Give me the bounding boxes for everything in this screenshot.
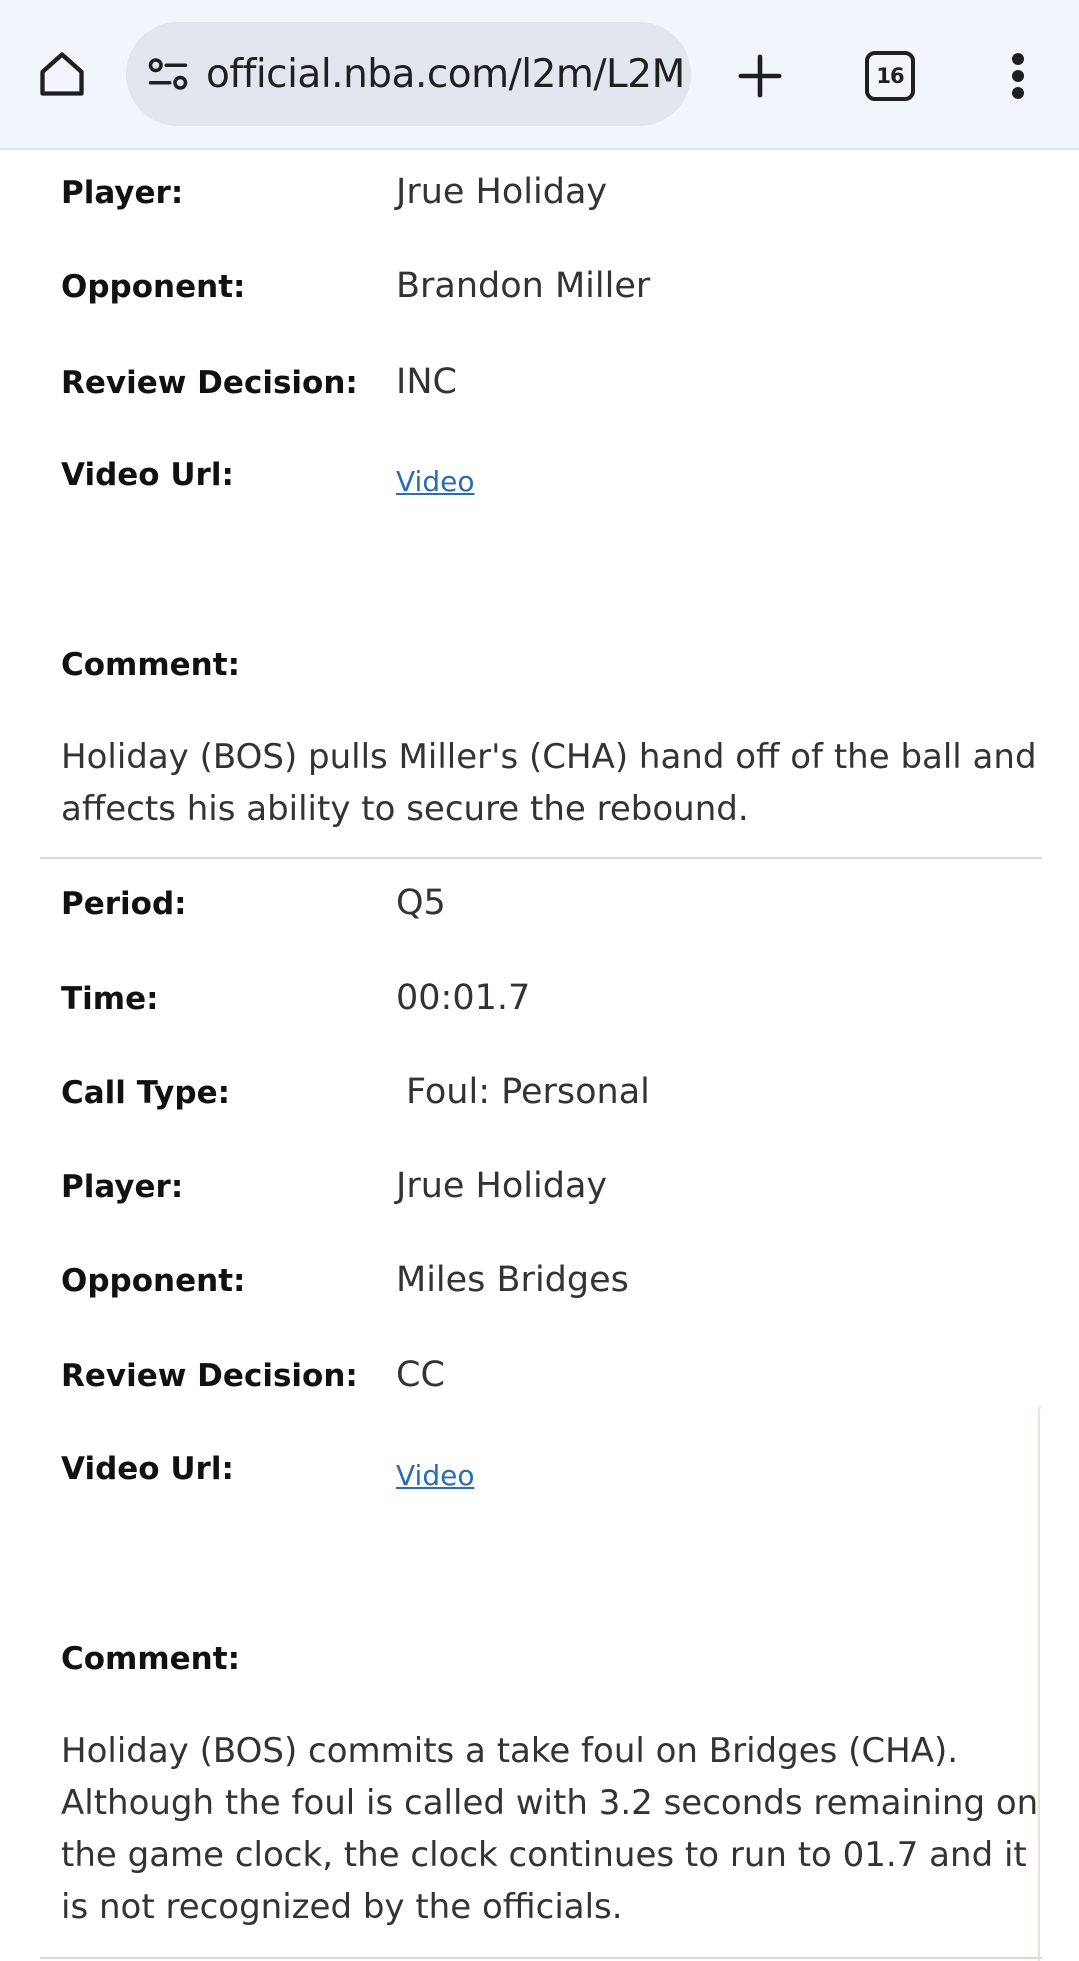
player-value: Jrue Holiday xyxy=(396,1166,608,1206)
scrollbar[interactable] xyxy=(1038,1405,1048,1961)
more-menu-button[interactable] xyxy=(990,44,1046,108)
more-vert-icon xyxy=(1012,53,1024,99)
period-value: Q5 xyxy=(396,883,446,923)
entry-1-comment-text: Holiday (BOS) pulls Miller's (CHA) hand … xyxy=(61,737,1037,829)
home-button[interactable] xyxy=(32,44,92,104)
plus-icon xyxy=(738,54,782,98)
call-type-label: Call Type: xyxy=(61,1075,231,1111)
time-value: 00:01.7 xyxy=(396,978,531,1018)
video-url-label: Video Url: xyxy=(61,1451,234,1487)
home-icon xyxy=(40,52,84,96)
review-decision-value: CC xyxy=(396,1355,445,1395)
new-tab-button[interactable] xyxy=(728,44,792,108)
call-type-value: Foul: Personal xyxy=(406,1072,650,1112)
address-bar[interactable]: official.nba.com/l2m/L2M xyxy=(126,22,691,126)
browser-toolbar: official.nba.com/l2m/L2M 16 xyxy=(0,0,1079,150)
entry-divider xyxy=(40,1957,1042,1959)
opponent-label: Opponent: xyxy=(61,269,246,305)
opponent-value: Brandon Miller xyxy=(396,266,651,306)
period-label: Period: xyxy=(61,886,187,922)
tab-switcher-button[interactable]: 16 xyxy=(862,48,918,104)
player-value: Jrue Holiday xyxy=(396,172,608,212)
review-decision-label: Review Decision: xyxy=(61,365,358,401)
video-url-label: Video Url: xyxy=(61,457,234,493)
review-decision-value: INC xyxy=(396,362,457,402)
tab-switcher-icon: 16 xyxy=(865,51,915,101)
opponent-value: Miles Bridges xyxy=(396,1260,629,1300)
url-text[interactable]: official.nba.com/l2m/L2M xyxy=(206,52,691,97)
entry-divider xyxy=(40,857,1042,859)
video-link[interactable]: Video xyxy=(396,465,474,498)
review-decision-label: Review Decision: xyxy=(61,1358,358,1394)
video-link[interactable]: Video xyxy=(396,1459,474,1492)
player-label: Player: xyxy=(61,1169,184,1205)
comment-label: Comment: xyxy=(61,647,240,683)
player-label: Player: xyxy=(61,175,184,211)
comment-label: Comment: xyxy=(61,1641,240,1677)
tab-count: 16 xyxy=(876,64,904,88)
entry-2-comment-text: Holiday (BOS) commits a take foul on Bri… xyxy=(61,1731,1039,1927)
site-settings-icon xyxy=(148,58,188,90)
site-info-button[interactable] xyxy=(144,50,192,98)
time-label: Time: xyxy=(61,981,159,1017)
opponent-label: Opponent: xyxy=(61,1263,246,1299)
